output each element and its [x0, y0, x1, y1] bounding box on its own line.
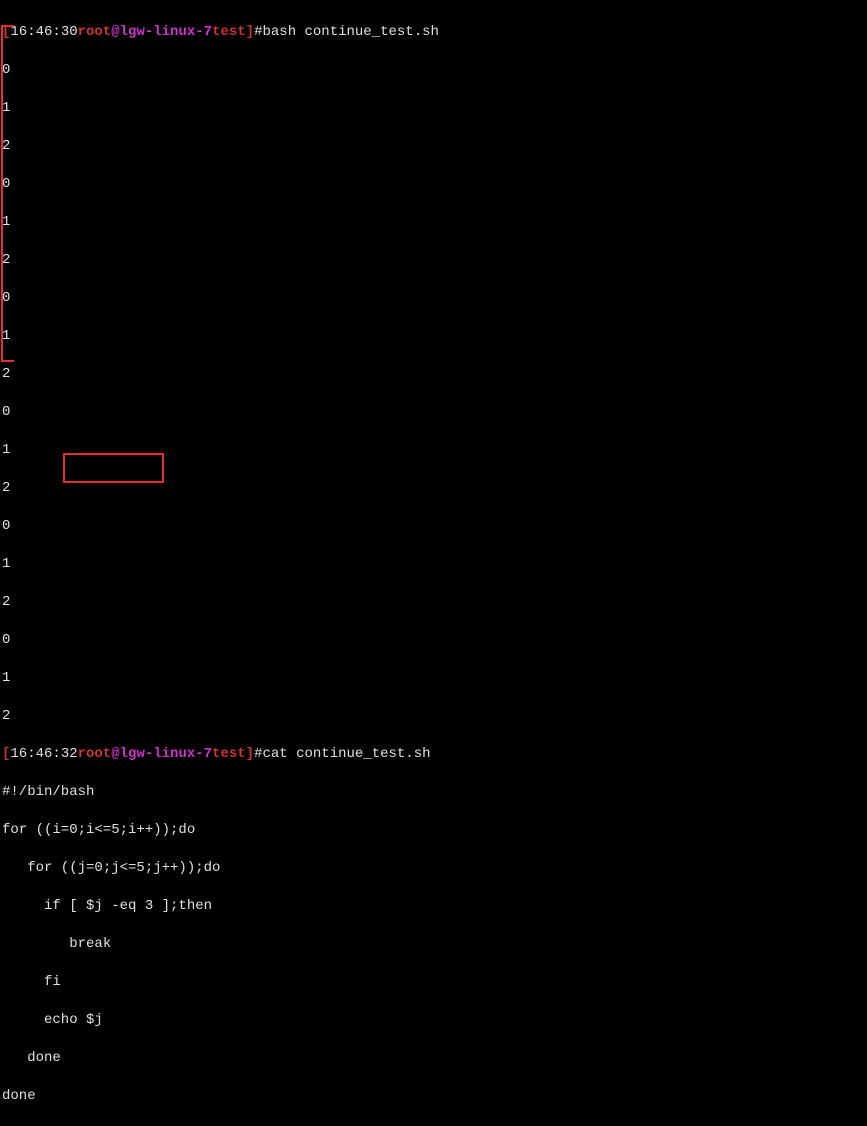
prompt-host: lgw-linux-7: [120, 24, 212, 40]
output-line: 0: [2, 289, 865, 308]
script-line: if [ $j -eq 3 ];then: [2, 897, 865, 916]
output-line: 1: [2, 555, 865, 574]
script-line: done: [2, 1049, 865, 1068]
output-line: 1: [2, 441, 865, 460]
prompt-dir: test: [212, 24, 246, 40]
prompt-host: lgw-linux-7: [120, 746, 212, 762]
output-line: 2: [2, 365, 865, 384]
prompt-time: 16:46:32: [10, 746, 77, 762]
prompt-at: @: [111, 24, 119, 40]
script-line: break: [2, 935, 865, 954]
script-line: for ((j=0;j<=5;j++));do: [2, 859, 865, 878]
output-line: 1: [2, 213, 865, 232]
output-line: 0: [2, 403, 865, 422]
prompt-dir: test: [212, 746, 246, 762]
command-text: cat continue_test.sh: [262, 746, 430, 762]
bracket-close: ]: [246, 746, 254, 762]
prompt-user: root: [78, 746, 112, 762]
output-line: 1: [2, 327, 865, 346]
prompt-line-1: [16:46:30root@lgw-linux-7test]#bash cont…: [2, 23, 865, 42]
output-line: 2: [2, 593, 865, 612]
output-line: 2: [2, 707, 865, 726]
output-line: 0: [2, 631, 865, 650]
script-line: done: [2, 1087, 865, 1106]
prompt-line-2: [16:46:32root@lgw-linux-7test]#cat conti…: [2, 745, 865, 764]
output-line: 2: [2, 251, 865, 270]
prompt-line-3: [16:46:30root@lgw-linux-7test]#: [2, 1125, 865, 1126]
bracket-close: ]: [246, 24, 254, 40]
script-line: fi: [2, 973, 865, 992]
script-line: #!/bin/bash: [2, 783, 865, 802]
script-line: echo $j: [2, 1011, 865, 1030]
hash-symbol: #: [254, 746, 262, 762]
output-line: 0: [2, 175, 865, 194]
output-line: 1: [2, 669, 865, 688]
output-line: 0: [2, 517, 865, 536]
output-line: 2: [2, 479, 865, 498]
output-line: 2: [2, 137, 865, 156]
output-line: 1: [2, 99, 865, 118]
output-line: 0: [2, 61, 865, 80]
prompt-user: root: [78, 24, 112, 40]
script-line: for ((i=0;i<=5;i++));do: [2, 821, 865, 840]
terminal-window[interactable]: [16:46:30root@lgw-linux-7test]#bash cont…: [0, 0, 867, 1126]
prompt-time: 16:46:30: [10, 24, 77, 40]
prompt-at: @: [111, 746, 119, 762]
bracket-open: [: [2, 746, 10, 762]
command-text: bash continue_test.sh: [262, 24, 438, 40]
